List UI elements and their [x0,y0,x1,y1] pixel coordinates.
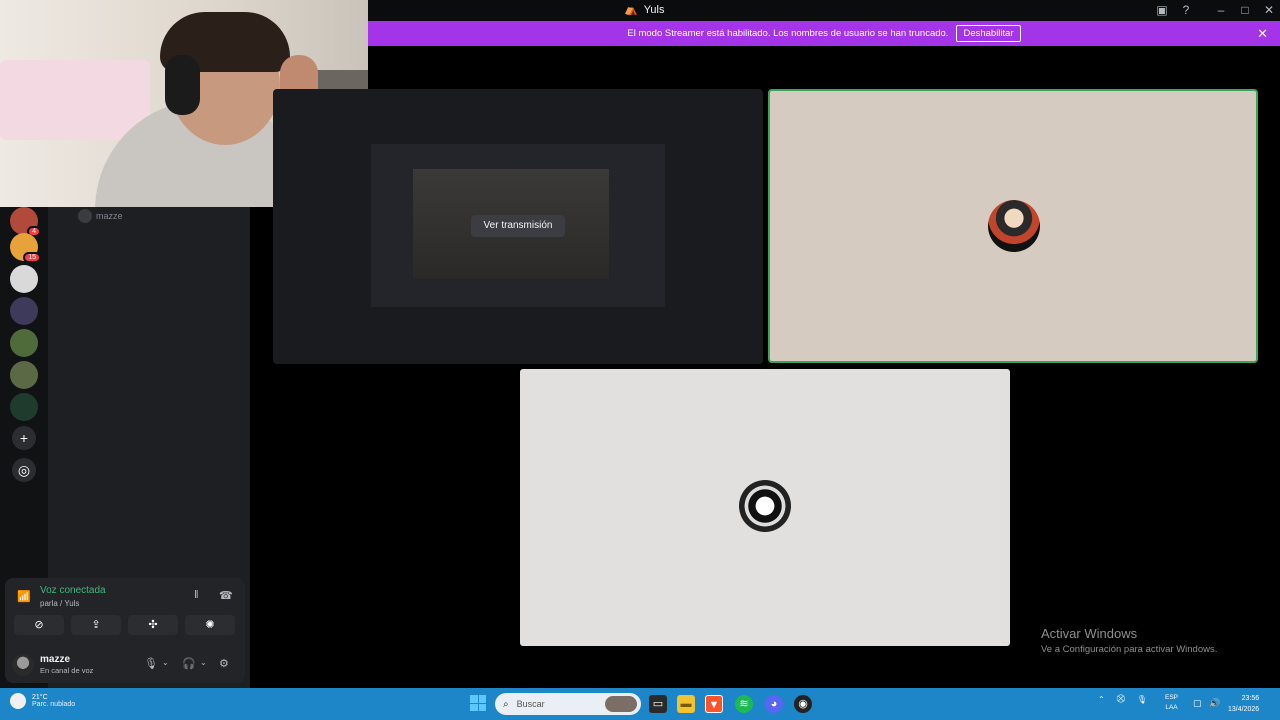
taskbar: 21°C Parc. nublado ⌕ Buscar ▭ ▬ ▼ ≋ ◕ ◉ … [0,688,1280,720]
server-icon[interactable] [10,297,38,325]
clock-date: 13/4/2026 [1228,706,1260,713]
chevron-down-icon[interactable]: ⌄ [200,658,207,667]
clock[interactable]: 23:56 13/4/2026 [1228,693,1259,715]
camera-off-button[interactable]: ⊘ [14,615,64,635]
keyboard-layout: LAA [1165,704,1178,711]
weather-description: Parc. nublado [32,701,76,708]
server-icon[interactable] [10,393,38,421]
activate-windows-subtext: Ve a Configuración para activar Windows. [1041,644,1218,655]
disable-streamer-button[interactable]: Deshabilitar [956,25,1021,42]
weather-icon [10,693,26,709]
microphone-icon[interactable]: 🎙 [144,657,158,670]
inbox-icon[interactable]: ▣ [1153,2,1171,18]
voice-panel: 📶 Voz conectada parla / Yuls ‖ ☎ ⊘ ⇪ ✣ ✺… [5,578,245,683]
window-title-text: Yuls [643,3,665,16]
language-indicator[interactable]: ESP LAA [1165,693,1178,713]
avatar [78,209,92,223]
chevron-down-icon[interactable]: ⌄ [162,658,169,667]
webcam-bed [0,60,150,140]
avatar [739,480,791,532]
add-server-icon[interactable]: + [12,426,36,450]
discord-icon[interactable]: ◕ [765,695,783,713]
language-code: ESP [1165,694,1179,701]
display-icon[interactable]: ▢ [1193,698,1202,709]
file-explorer-icon[interactable]: ▬ [677,695,695,713]
microphone-tray-icon[interactable]: 🎙 [1137,695,1147,704]
clock-time: 23:56 [1241,695,1260,702]
network-icon[interactable]: ⛒ [1117,694,1125,704]
server-icon[interactable] [10,361,38,389]
streamer-mode-banner: El modo Streamer está habilitado. Los no… [368,21,1280,46]
chevron-up-icon[interactable]: ⌃ [1098,695,1105,704]
voice-member[interactable]: mazze [78,209,123,223]
user-name[interactable]: mazze [40,654,70,665]
task-view-icon[interactable]: ▭ [649,695,667,713]
weather-temp: 21°C [32,694,48,701]
taskbar-search[interactable]: ⌕ Buscar [495,693,641,715]
obs-icon[interactable]: ◉ [794,695,812,713]
system-tray: ⌃ ⛒ 🎙 [1098,694,1147,704]
server-icon[interactable]: 4 [10,207,41,237]
signal-icon[interactable]: 📶 [17,590,31,603]
server-icon[interactable]: 15 [10,233,41,263]
disconnect-icon[interactable]: ☎ [219,589,233,602]
participant-tile[interactable] [768,89,1258,363]
voice-channel-icon: ⛺ [624,4,638,16]
gear-icon[interactable]: ⚙ [219,657,229,670]
search-icon: ⌕ [503,698,509,710]
spotify-icon[interactable]: ≋ [735,695,753,713]
close-icon[interactable]: ✕ [1257,26,1268,42]
soundboard-button[interactable]: ✺ [185,615,235,635]
user-status: En canal de voz [40,666,94,675]
voice-channel-path[interactable]: parla / Yuls [40,599,79,608]
headphones-icon[interactable]: 🎧 [182,657,196,670]
screen-share-button[interactable]: ⇪ [71,615,121,635]
noise-suppression-icon[interactable]: ‖ [194,589,199,601]
search-highlight-image [605,696,637,712]
watch-stream-button[interactable]: Ver transmisión [471,215,565,237]
start-button[interactable] [470,695,486,711]
banner-message: El modo Streamer está habilitado. Los no… [627,28,949,39]
server-icon[interactable] [10,329,38,357]
voice-status[interactable]: Voz conectada [40,585,106,596]
webcam-headset [165,55,200,115]
server-icon[interactable] [10,265,38,293]
activate-windows-watermark: Activar Windows Ve a Configuración para … [1041,626,1217,655]
speaker-icon[interactable]: 🔊 [1209,698,1220,709]
discover-icon[interactable]: ◎ [12,458,36,482]
close-window-button[interactable]: ✕ [1260,2,1278,18]
maximize-button[interactable]: □ [1236,2,1254,18]
notification-badge: 15 [23,252,41,263]
stream-tile[interactable]: Ver transmisión [273,89,763,364]
minimize-button[interactable]: – [1212,2,1230,18]
voice-member-name: mazze [96,211,123,221]
help-icon[interactable]: ? [1177,2,1195,18]
activate-windows-heading: Activar Windows [1041,626,1138,641]
window-title: ⛺ Yuls [624,3,665,17]
participant-tile[interactable] [520,369,1010,646]
brave-browser-icon[interactable]: ▼ [705,695,723,713]
weather-widget[interactable]: 21°C Parc. nublado [10,693,75,709]
avatar[interactable] [12,654,34,676]
search-placeholder: Buscar [516,699,545,709]
activities-button[interactable]: ✣ [128,615,178,635]
avatar [988,200,1040,252]
